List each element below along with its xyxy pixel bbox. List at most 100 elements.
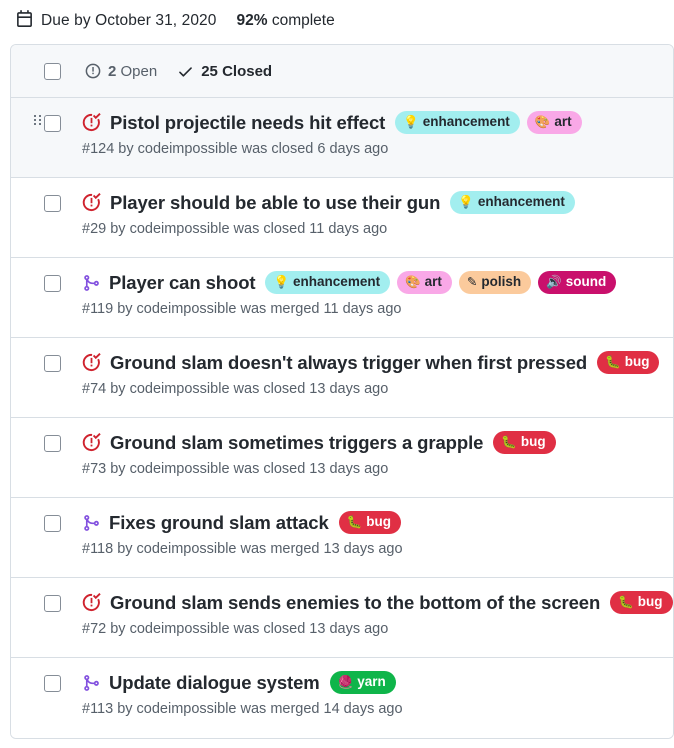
issue-row-body: Player can shoot 💡 enhancement 🎨 art ✎ polish 🔊…: [61, 271, 673, 317]
issue-title-link[interactable]: Update dialogue system: [109, 672, 320, 694]
issue-row-body: Ground slam sends enemies to the bottom …: [61, 591, 673, 637]
issue-row[interactable]: Player should be able to use their gun 💡 e…: [11, 178, 673, 258]
check-icon: [177, 63, 194, 80]
label-emoji-icon: ✎: [466, 274, 478, 289]
issue-label-art[interactable]: 🎨 art: [397, 271, 452, 294]
issue-checkbox[interactable]: [44, 435, 61, 452]
open-issues-filter[interactable]: 2 Open: [85, 63, 157, 80]
label-text: enhancement: [422, 114, 510, 129]
issue-row[interactable]: Ground slam doesn't always trigger when …: [11, 338, 673, 418]
label-text: enhancement: [477, 194, 565, 209]
issue-label-bug[interactable]: 🐛 bug: [493, 431, 556, 454]
closed-issues-filter[interactable]: 25 Closed: [177, 63, 272, 80]
label-text: bug: [624, 354, 650, 369]
row-checkbox-cell: [44, 271, 61, 297]
row-gutter: [11, 191, 44, 195]
label-text: sound: [565, 274, 607, 289]
issue-checkbox[interactable]: [44, 195, 61, 212]
issue-row-body: Fixes ground slam attack 🐛 bug #118 by code…: [61, 511, 673, 557]
issue-title-link[interactable]: Player can shoot: [109, 272, 256, 294]
closed-count-value: 25: [201, 62, 218, 80]
issue-row[interactable]: Player can shoot 💡 enhancement 🎨 art ✎ polish 🔊…: [11, 258, 673, 338]
issue-title-link[interactable]: Player should be able to use their gun: [110, 192, 440, 214]
label-text: polish: [481, 274, 522, 289]
issue-labels: 🐛 bug: [597, 351, 660, 374]
open-issues-count: 2 Open: [108, 63, 157, 80]
issue-row-body: Pistol projectile needs hit effect 💡 enhan…: [61, 111, 673, 157]
issue-title-line: Ground slam sends enemies to the bottom …: [82, 591, 673, 614]
issue-label-bug[interactable]: 🐛 bug: [338, 511, 402, 534]
issue-title-link[interactable]: Pistol projectile needs hit effect: [110, 112, 385, 134]
issue-metadata: #73 by codeimpossible was closed 13 days…: [82, 461, 389, 477]
issue-row-body: Ground slam sometimes triggers a grapple…: [61, 431, 673, 477]
row-gutter: [11, 671, 44, 675]
issue-label-enhancement[interactable]: 💡 enhancement: [265, 271, 391, 294]
label-emoji-icon: 💡: [458, 194, 474, 209]
issue-title-link[interactable]: Ground slam sometimes triggers a grapple: [110, 432, 483, 454]
label-text: enhancement: [293, 274, 381, 289]
label-text: yarn: [357, 674, 386, 689]
issue-row[interactable]: Fixes ground slam attack 🐛 bug #118 by code…: [11, 498, 673, 578]
select-all-checkbox[interactable]: [44, 62, 61, 80]
issue-checkbox[interactable]: [44, 115, 61, 132]
issue-metadata: #74 by codeimpossible was closed 13 days…: [82, 381, 389, 397]
issue-row[interactable]: Ground slam sometimes triggers a grapple…: [11, 418, 673, 498]
issue-labels: 🐛 bug: [493, 431, 556, 454]
issue-row[interactable]: Pistol projectile needs hit effect 💡 enhan…: [11, 98, 673, 178]
calendar-icon: [16, 10, 33, 32]
issue-row-body: Ground slam doesn't always trigger when …: [61, 351, 673, 397]
issue-row[interactable]: Ground slam sends enemies to the bottom …: [11, 578, 673, 658]
issue-label-sound[interactable]: 🔊 sound: [538, 271, 617, 294]
issue-title-link[interactable]: Fixes ground slam attack: [109, 512, 329, 534]
milestone-due-date: Due by October 31, 2020: [41, 12, 217, 29]
issue-checkbox[interactable]: [44, 275, 61, 292]
issue-metadata: #118 by codeimpossible was merged 13 day…: [82, 541, 403, 557]
row-checkbox-cell: [44, 511, 61, 537]
issue-checkbox[interactable]: [44, 355, 61, 372]
issue-list-container: 2 Open 25 Closed Pistol projectile needs…: [10, 44, 674, 739]
row-gutter: [11, 511, 44, 515]
row-gutter: [11, 591, 44, 595]
issue-closed-icon: [82, 593, 101, 612]
label-text: bug: [520, 434, 546, 449]
issue-checkbox[interactable]: [44, 595, 61, 612]
row-gutter: [11, 271, 44, 275]
issue-title-line: Fixes ground slam attack 🐛 bug: [82, 511, 673, 534]
issue-label-bug[interactable]: 🐛 bug: [597, 351, 660, 374]
milestone-progress: 92% complete: [237, 12, 335, 30]
issue-label-enhancement[interactable]: 💡 enhancement: [450, 191, 575, 214]
issue-checkbox[interactable]: [44, 675, 61, 692]
issue-closed-icon: [82, 433, 101, 452]
issue-row[interactable]: Update dialogue system 🧶 yarn #113 by codei…: [11, 658, 673, 738]
label-emoji-icon: 🐛: [346, 514, 363, 529]
row-checkbox-cell: [44, 351, 61, 377]
issue-row-body: Player should be able to use their gun 💡 e…: [61, 191, 673, 237]
issue-title-link[interactable]: Ground slam doesn't always trigger when …: [110, 352, 587, 374]
drag-handle-icon[interactable]: [34, 115, 41, 125]
issue-label-yarn[interactable]: 🧶 yarn: [329, 671, 396, 694]
issue-labels: 💡 enhancement 🎨 art ✎ polish 🔊 sound: [265, 271, 617, 294]
label-emoji-icon: 💡: [273, 274, 290, 289]
issue-checkbox[interactable]: [44, 515, 61, 532]
issue-row-body: Update dialogue system 🧶 yarn #113 by codei…: [61, 671, 673, 717]
label-emoji-icon: 🎨: [405, 274, 421, 289]
milestone-progress-suffix: complete: [267, 12, 335, 29]
issue-label-polish[interactable]: ✎ polish: [458, 271, 532, 294]
row-gutter: [11, 111, 44, 125]
issue-label-art[interactable]: 🎨 art: [526, 111, 582, 134]
issue-closed-icon: [82, 193, 101, 212]
issue-label-bug[interactable]: 🐛 bug: [610, 591, 673, 614]
pull-request-merged-icon: [82, 514, 100, 532]
issue-state-filters: 2 Open 25 Closed: [85, 63, 272, 80]
issue-closed-icon: [82, 353, 101, 372]
pull-request-merged-icon: [82, 674, 100, 692]
issue-title-line: Player should be able to use their gun 💡 e…: [82, 191, 673, 214]
label-emoji-icon: 🎨: [534, 114, 551, 129]
label-emoji-icon: 🐛: [501, 434, 517, 449]
issue-title-link[interactable]: Ground slam sends enemies to the bottom …: [110, 592, 600, 614]
row-checkbox-cell: [44, 671, 61, 697]
issue-closed-icon: [82, 113, 101, 132]
issue-label-enhancement[interactable]: 💡 enhancement: [395, 111, 520, 134]
label-emoji-icon: 🔊: [546, 274, 562, 289]
label-text: art: [424, 274, 442, 289]
